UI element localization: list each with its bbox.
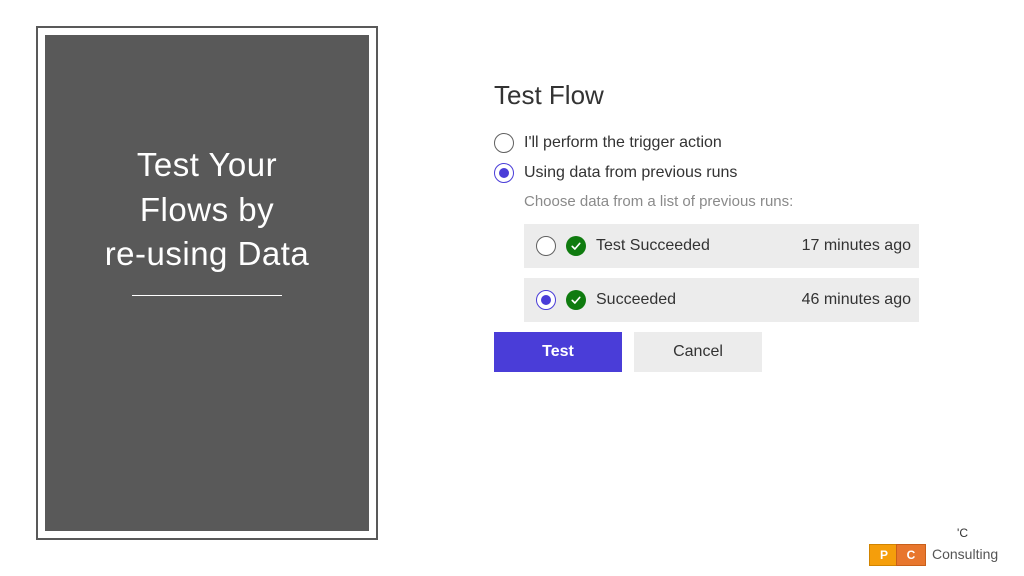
radio-icon — [494, 133, 514, 153]
option-manual-trigger[interactable]: I'll perform the trigger action — [494, 133, 924, 153]
previous-runs-list: Test Succeeded 17 minutes ago Succeeded … — [524, 224, 919, 322]
radio-icon — [536, 236, 556, 256]
footer-logo: 'C P C Consulting — [864, 526, 1024, 576]
slide-title-line2: Flows by — [140, 191, 274, 228]
cancel-button[interactable]: Cancel — [634, 332, 762, 372]
run-time: 17 minutes ago — [802, 237, 911, 255]
success-check-icon — [566, 290, 586, 310]
run-row[interactable]: Test Succeeded 17 minutes ago — [524, 224, 919, 268]
run-time: 46 minutes ago — [802, 291, 911, 309]
run-row[interactable]: Succeeded 46 minutes ago — [524, 278, 919, 322]
title-underline — [132, 295, 282, 296]
radio-icon — [494, 163, 514, 183]
logo-boxes: P C — [869, 544, 926, 566]
logo-fragment: 'C — [957, 526, 968, 540]
previous-runs-hint: Choose data from a list of previous runs… — [524, 193, 924, 210]
run-label: Succeeded — [596, 291, 802, 309]
run-label: Test Succeeded — [596, 237, 802, 255]
slide-title: Test Your Flows by re-using Data — [105, 143, 310, 277]
option-previous-runs[interactable]: Using data from previous runs — [494, 163, 924, 183]
logo-text: Consulting — [932, 546, 998, 562]
success-check-icon — [566, 236, 586, 256]
test-button[interactable]: Test — [494, 332, 622, 372]
trigger-options-group: I'll perform the trigger action Using da… — [494, 133, 924, 210]
option-label: I'll perform the trigger action — [524, 134, 722, 152]
radio-icon — [536, 290, 556, 310]
slide-title-line1: Test Your — [137, 146, 277, 183]
option-label: Using data from previous runs — [524, 164, 737, 182]
button-row: Test Cancel — [494, 332, 924, 372]
logo-p-icon: P — [869, 544, 899, 566]
logo-c-icon: C — [896, 544, 926, 566]
panel-title: Test Flow — [494, 80, 924, 111]
slide-title-panel: Test Your Flows by re-using Data — [38, 28, 376, 538]
slide-title-line3: re-using Data — [105, 235, 310, 272]
test-flow-panel: Test Flow I'll perform the trigger actio… — [494, 80, 924, 372]
